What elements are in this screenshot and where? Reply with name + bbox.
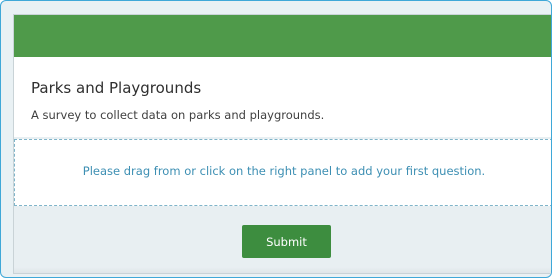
survey-preview-frame: Parks and Playgrounds A survey to collec… [0,0,552,278]
form-header-band[interactable] [14,15,551,57]
question-drop-zone[interactable]: Please drag from or click on the right p… [14,139,551,206]
drop-zone-hint: Please drag from or click on the right p… [82,164,486,178]
submit-button[interactable]: Submit [242,225,331,258]
form-title: Parks and Playgrounds [31,79,202,97]
form-description: A survey to collect data on parks and pl… [31,108,325,122]
canvas-bottom-shadow [14,267,551,273]
survey-form-canvas: Parks and Playgrounds A survey to collec… [13,14,551,274]
form-info-card[interactable]: Parks and Playgrounds A survey to collec… [14,57,551,137]
